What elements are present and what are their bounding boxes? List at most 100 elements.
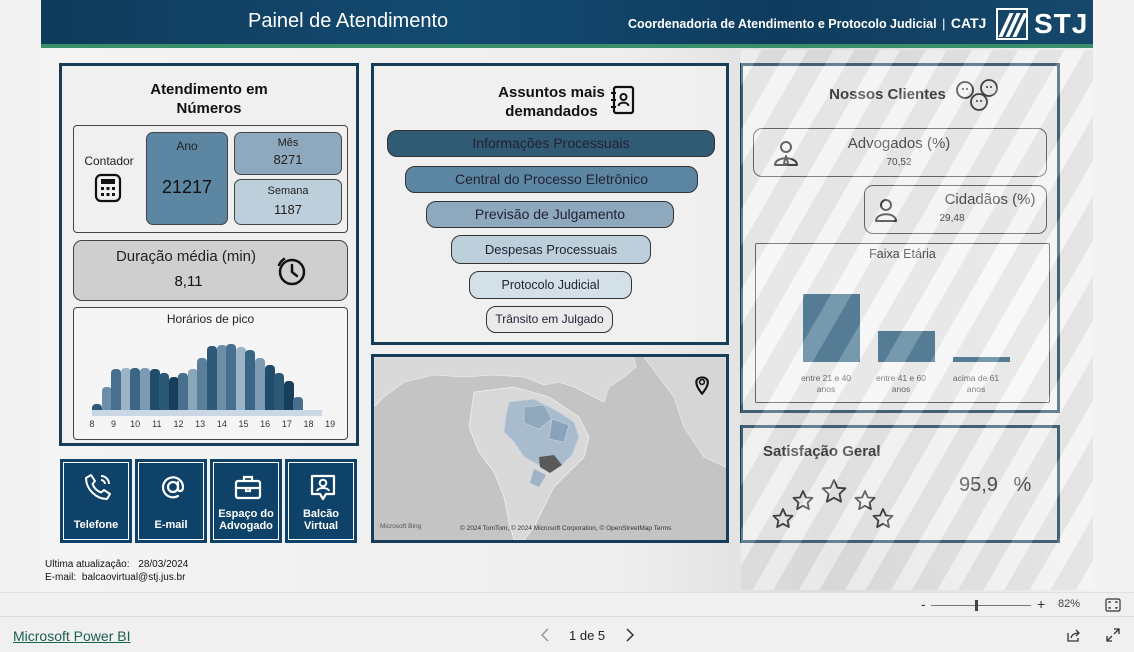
cidadaos-label: Cidadãos (%) bbox=[944, 191, 1036, 208]
org-short-name: CATJ bbox=[950, 15, 987, 31]
mes-label: Mês bbox=[277, 137, 299, 149]
chevron-left-icon[interactable] bbox=[540, 628, 550, 642]
tile-label: Telefone bbox=[73, 519, 119, 531]
tile-telefone[interactable]: Telefone bbox=[60, 459, 132, 543]
faixa-tick-line2: anos bbox=[891, 384, 911, 394]
pico-bar bbox=[120, 368, 131, 416]
pico-bar bbox=[139, 368, 150, 416]
map-visual[interactable]: Microsoft Bing © 2024 TomTom, © 2024 Mic… bbox=[371, 354, 729, 543]
ano-value: 21217 bbox=[161, 177, 213, 197]
calculator-icon bbox=[94, 173, 122, 203]
chevron-right-icon[interactable] bbox=[625, 628, 635, 642]
zoom-in-button[interactable]: + bbox=[1037, 596, 1045, 612]
pico-bar bbox=[264, 365, 275, 416]
pico-tick-label: 10 bbox=[130, 419, 141, 429]
assunto-item: Previsão de Julgamento bbox=[426, 201, 674, 228]
pico-bar bbox=[187, 369, 198, 416]
panel-assuntos: Assuntos mais demandados Informações Pro… bbox=[371, 63, 729, 345]
satisfacao-value: 95,9 bbox=[959, 474, 998, 496]
bing-attribution: Microsoft Bing bbox=[380, 523, 422, 530]
advogados-card: Advogados (%) 70,52 bbox=[753, 128, 1047, 177]
pico-tick-label: 17 bbox=[281, 419, 292, 429]
pico-chart-title: Horários de pico bbox=[166, 312, 255, 326]
faixa-plot bbox=[796, 292, 1026, 362]
org-separator: | bbox=[942, 17, 946, 31]
tile-label-line2: Advogado bbox=[219, 520, 273, 532]
panel-nossos-clientes: Nossos Clientes Advogados (%) 70,52 Cida… bbox=[740, 63, 1060, 413]
panel-title-clientes: Nossos Clientes bbox=[829, 86, 946, 103]
assunto-item: Central do Processo Eletrônico bbox=[405, 166, 698, 193]
zoom-slider-thumb[interactable] bbox=[974, 600, 978, 611]
pico-plot bbox=[92, 338, 323, 416]
faixa-tick-line1: entre 41 e 60 bbox=[875, 373, 927, 383]
duracao-label: Duração média (min) bbox=[115, 248, 257, 265]
faixa-tick-label: entre 41 e 60 anos bbox=[866, 373, 936, 395]
share-icon[interactable] bbox=[1066, 628, 1082, 642]
powerbi-link[interactable]: Microsoft Power BI bbox=[13, 628, 130, 644]
report-title: Painel de Atendimento bbox=[248, 10, 449, 32]
briefcase-icon bbox=[234, 475, 262, 500]
map-canvas[interactable] bbox=[374, 357, 726, 540]
tile-espaco-advogado[interactable]: Espaço do Advogado bbox=[210, 459, 282, 543]
lawyer-icon bbox=[774, 141, 798, 166]
pico-x-axis: 8 9 10 11 12 13 14 15 16 17 18 19 bbox=[82, 419, 342, 431]
update-line: Ultima atualização: 28/03/2024 bbox=[45, 558, 188, 571]
pico-tick-label: 12 bbox=[173, 419, 184, 429]
fullscreen-icon[interactable] bbox=[1106, 628, 1120, 642]
email-line: E-mail: balcaovirtual@stj.jus.br bbox=[45, 571, 188, 584]
tile-label-line1: Espaço do bbox=[218, 508, 274, 520]
faixa-x-axis: entre 21 e 40 anos entre 41 e 60 anos ac… bbox=[796, 373, 1026, 397]
tile-email[interactable]: E-mail bbox=[135, 459, 207, 543]
zoom-slider[interactable] bbox=[931, 600, 1031, 611]
phone-icon bbox=[85, 474, 111, 500]
email-value: balcaovirtual@stj.jus.br bbox=[81, 572, 186, 583]
counter-box: Contador Ano 21217 Mês 8271 Semana 1187 bbox=[73, 125, 348, 233]
advogados-value: 70,52 bbox=[886, 157, 912, 168]
panel-atendimento-numeros: Atendimento em Números Contador Ano 2121… bbox=[59, 63, 359, 446]
stj-logo: STJ bbox=[996, 8, 1089, 40]
pico-bar bbox=[197, 357, 208, 416]
faixa-tick-label: entre 21 e 40 anos bbox=[791, 373, 861, 395]
pico-bar bbox=[216, 345, 227, 416]
title-line-2: demandados bbox=[505, 103, 598, 120]
stj-logo-text: STJ bbox=[1034, 8, 1089, 39]
assunto-item: Despesas Processuais bbox=[451, 235, 651, 264]
pico-bar bbox=[245, 349, 256, 416]
panel-title-satisfacao: Satisfação Geral bbox=[763, 443, 881, 460]
report-header: Painel de Atendimento Coordenadoria de A… bbox=[41, 0, 1093, 48]
semana-label: Semana bbox=[267, 185, 309, 197]
duracao-card: Duração média (min) 8,11 bbox=[73, 240, 348, 301]
tile-balcao-virtual[interactable]: Balcão Virtual bbox=[285, 459, 357, 543]
faixa-tick-line2: anos bbox=[966, 384, 986, 394]
faixa-chart-title: Faixa Etária bbox=[869, 247, 936, 261]
page-indicator: 1 de 5 bbox=[569, 628, 606, 643]
faixa-bar[interactable] bbox=[953, 356, 1010, 362]
zoom-out-button[interactable]: - bbox=[921, 596, 926, 612]
powerbi-footer: Microsoft Power BI 1 de 5 bbox=[0, 616, 1134, 652]
cidadaos-card: Cidadãos (%) 29,48 bbox=[864, 185, 1047, 234]
title-line-2: Números bbox=[176, 100, 242, 117]
advogados-label: Advogados (%) bbox=[847, 135, 951, 152]
faixa-tick-line1: entre 21 e 40 bbox=[800, 373, 852, 383]
title-line-1: Atendimento em bbox=[150, 81, 268, 98]
pico-bar bbox=[111, 369, 122, 416]
fit-to-page-icon[interactable] bbox=[1105, 598, 1121, 612]
faixa-bar[interactable] bbox=[878, 331, 935, 362]
satisfacao-unit: % bbox=[1013, 474, 1032, 496]
pico-bar bbox=[149, 369, 160, 416]
faixa-bar[interactable] bbox=[803, 294, 860, 362]
contact-book-icon bbox=[611, 85, 635, 115]
email-label: E-mail: bbox=[45, 572, 77, 583]
zoom-level: 82% bbox=[1058, 598, 1081, 610]
map-attribution[interactable]: © 2024 TomTom, © 2024 Microsoft Corporat… bbox=[460, 525, 671, 532]
faixa-etaria-chart: Faixa Etária entre 21 e 40 anos entre 41… bbox=[755, 243, 1050, 403]
pico-chart: Horários de pico 8 9 10 11 12 13 14 15 16 17 18 19 bbox=[73, 307, 348, 440]
chat-user-icon bbox=[310, 474, 336, 501]
panel-satisfacao: Satisfação Geral 95,9 % bbox=[740, 425, 1060, 543]
stars-rating-icon bbox=[772, 479, 894, 528]
pico-tick-label: 9 bbox=[110, 419, 116, 429]
faixa-tick-line2: anos bbox=[816, 384, 836, 394]
faixa-tick-label: acima de 61 anos bbox=[941, 373, 1011, 395]
org-full-name: Coordenadoria de Atendimento e Protocolo… bbox=[628, 17, 937, 31]
zoom-bar: - + 82% bbox=[0, 592, 1134, 616]
